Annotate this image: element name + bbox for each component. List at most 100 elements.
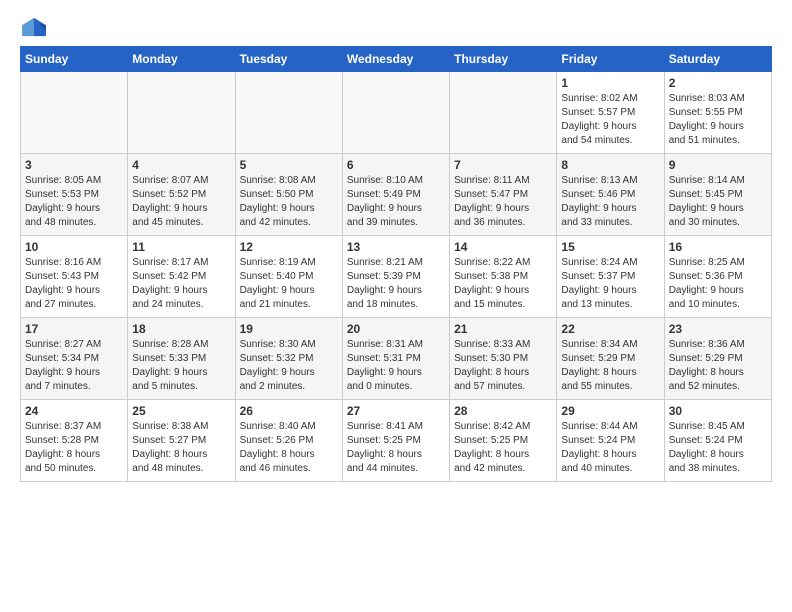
day-number: 16	[669, 240, 767, 254]
day-info: Sunrise: 8:08 AM Sunset: 5:50 PM Dayligh…	[240, 174, 338, 230]
day-number: 1	[561, 76, 659, 90]
logo-icon	[20, 16, 48, 38]
calendar-day-11: 11Sunrise: 8:17 AM Sunset: 5:42 PM Dayli…	[128, 236, 235, 318]
day-number: 5	[240, 158, 338, 172]
day-number: 10	[25, 240, 123, 254]
calendar-week-row: 1 Sunrise: 8:02 AM Sunset: 5:57 PM Daylig…	[21, 72, 772, 154]
day-info: Sunrise: 8:13 AM Sunset: 5:46 PM Dayligh…	[561, 174, 659, 230]
day-info: Sunrise: 8:44 AM Sunset: 5:24 PM Dayligh…	[561, 420, 659, 476]
day-info: Sunrise: 8:24 AM Sunset: 5:37 PM Dayligh…	[561, 256, 659, 312]
calendar-day-6: 6 Sunrise: 8:10 AM Sunset: 5:49 PM Daylig…	[342, 154, 449, 236]
calendar-empty-cell	[342, 72, 449, 154]
calendar-day-1: 1 Sunrise: 8:02 AM Sunset: 5:57 PM Daylig…	[557, 72, 664, 154]
day-info: Sunrise: 8:42 AM Sunset: 5:25 PM Dayligh…	[454, 420, 552, 476]
day-number: 19	[240, 322, 338, 336]
day-number: 11	[132, 240, 230, 254]
calendar-day-20: 20 Sunrise: 8:31 AM Sunset: 5:31 PM Dayli…	[342, 318, 449, 400]
calendar-day-4: 4 Sunrise: 8:07 AM Sunset: 5:52 PM Daylig…	[128, 154, 235, 236]
calendar-day-5: 5 Sunrise: 8:08 AM Sunset: 5:50 PM Daylig…	[235, 154, 342, 236]
weekday-header-row: SundayMondayTuesdayWednesdayThursdayFrid…	[21, 47, 772, 72]
calendar-day-25: 25 Sunrise: 8:38 AM Sunset: 5:27 PM Dayli…	[128, 400, 235, 482]
day-info: Sunrise: 8:45 AM Sunset: 5:24 PM Dayligh…	[669, 420, 767, 476]
calendar-day-19: 19 Sunrise: 8:30 AM Sunset: 5:32 PM Dayli…	[235, 318, 342, 400]
calendar-day-16: 16 Sunrise: 8:25 AM Sunset: 5:36 PM Dayli…	[664, 236, 771, 318]
day-info: Sunrise: 8:19 AM Sunset: 5:40 PM Dayligh…	[240, 256, 338, 312]
day-info: Sunrise: 8:16 AM Sunset: 5:43 PM Dayligh…	[25, 256, 123, 312]
day-info: Sunrise: 8:14 AM Sunset: 5:45 PM Dayligh…	[669, 174, 767, 230]
weekday-header-wednesday: Wednesday	[342, 47, 449, 72]
day-number: 8	[561, 158, 659, 172]
day-info: Sunrise: 8:21 AM Sunset: 5:39 PM Dayligh…	[347, 256, 445, 312]
calendar-day-21: 21 Sunrise: 8:33 AM Sunset: 5:30 PM Dayli…	[450, 318, 557, 400]
day-info: Sunrise: 8:33 AM Sunset: 5:30 PM Dayligh…	[454, 338, 552, 394]
calendar-week-row: 17Sunrise: 8:27 AM Sunset: 5:34 PM Dayli…	[21, 318, 772, 400]
calendar-day-27: 27 Sunrise: 8:41 AM Sunset: 5:25 PM Dayli…	[342, 400, 449, 482]
day-info: Sunrise: 8:25 AM Sunset: 5:36 PM Dayligh…	[669, 256, 767, 312]
logo	[20, 16, 52, 38]
day-number: 14	[454, 240, 552, 254]
day-number: 2	[669, 76, 767, 90]
day-number: 15	[561, 240, 659, 254]
day-info: Sunrise: 8:07 AM Sunset: 5:52 PM Dayligh…	[132, 174, 230, 230]
calendar-day-17: 17Sunrise: 8:27 AM Sunset: 5:34 PM Dayli…	[21, 318, 128, 400]
calendar-empty-cell	[450, 72, 557, 154]
day-number: 30	[669, 404, 767, 418]
calendar-empty-cell	[128, 72, 235, 154]
calendar-day-3: 3 Sunrise: 8:05 AM Sunset: 5:53 PM Daylig…	[21, 154, 128, 236]
day-number: 23	[669, 322, 767, 336]
calendar-day-9: 9 Sunrise: 8:14 AM Sunset: 5:45 PM Daylig…	[664, 154, 771, 236]
calendar-day-22: 22Sunrise: 8:34 AM Sunset: 5:29 PM Dayli…	[557, 318, 664, 400]
calendar-day-26: 26 Sunrise: 8:40 AM Sunset: 5:26 PM Dayli…	[235, 400, 342, 482]
weekday-header-sunday: Sunday	[21, 47, 128, 72]
day-info: Sunrise: 8:02 AM Sunset: 5:57 PM Dayligh…	[561, 92, 659, 148]
day-info: Sunrise: 8:22 AM Sunset: 5:38 PM Dayligh…	[454, 256, 552, 312]
calendar-empty-cell	[235, 72, 342, 154]
calendar-day-30: 30 Sunrise: 8:45 AM Sunset: 5:24 PM Dayli…	[664, 400, 771, 482]
weekday-header-tuesday: Tuesday	[235, 47, 342, 72]
calendar-day-18: 18Sunrise: 8:28 AM Sunset: 5:33 PM Dayli…	[128, 318, 235, 400]
day-number: 21	[454, 322, 552, 336]
day-number: 9	[669, 158, 767, 172]
calendar-week-row: 10 Sunrise: 8:16 AM Sunset: 5:43 PM Dayli…	[21, 236, 772, 318]
day-info: Sunrise: 8:37 AM Sunset: 5:28 PM Dayligh…	[25, 420, 123, 476]
day-number: 20	[347, 322, 445, 336]
day-number: 4	[132, 158, 230, 172]
day-number: 18	[132, 322, 230, 336]
calendar-day-23: 23 Sunrise: 8:36 AM Sunset: 5:29 PM Dayli…	[664, 318, 771, 400]
calendar-week-row: 3 Sunrise: 8:05 AM Sunset: 5:53 PM Daylig…	[21, 154, 772, 236]
calendar-day-12: 12Sunrise: 8:19 AM Sunset: 5:40 PM Dayli…	[235, 236, 342, 318]
day-info: Sunrise: 8:31 AM Sunset: 5:31 PM Dayligh…	[347, 338, 445, 394]
day-number: 26	[240, 404, 338, 418]
calendar-day-14: 14 Sunrise: 8:22 AM Sunset: 5:38 PM Dayli…	[450, 236, 557, 318]
day-info: Sunrise: 8:30 AM Sunset: 5:32 PM Dayligh…	[240, 338, 338, 394]
day-number: 24	[25, 404, 123, 418]
weekday-header-saturday: Saturday	[664, 47, 771, 72]
day-info: Sunrise: 8:03 AM Sunset: 5:55 PM Dayligh…	[669, 92, 767, 148]
day-number: 29	[561, 404, 659, 418]
calendar-day-24: 24 Sunrise: 8:37 AM Sunset: 5:28 PM Dayli…	[21, 400, 128, 482]
calendar-day-29: 29 Sunrise: 8:44 AM Sunset: 5:24 PM Dayli…	[557, 400, 664, 482]
day-info: Sunrise: 8:10 AM Sunset: 5:49 PM Dayligh…	[347, 174, 445, 230]
weekday-header-thursday: Thursday	[450, 47, 557, 72]
calendar-empty-cell	[21, 72, 128, 154]
day-info: Sunrise: 8:36 AM Sunset: 5:29 PM Dayligh…	[669, 338, 767, 394]
day-info: Sunrise: 8:05 AM Sunset: 5:53 PM Dayligh…	[25, 174, 123, 230]
calendar-day-15: 15 Sunrise: 8:24 AM Sunset: 5:37 PM Dayli…	[557, 236, 664, 318]
day-number: 13	[347, 240, 445, 254]
day-info: Sunrise: 8:11 AM Sunset: 5:47 PM Dayligh…	[454, 174, 552, 230]
day-number: 6	[347, 158, 445, 172]
calendar-day-10: 10 Sunrise: 8:16 AM Sunset: 5:43 PM Dayli…	[21, 236, 128, 318]
day-info: Sunrise: 8:41 AM Sunset: 5:25 PM Dayligh…	[347, 420, 445, 476]
day-number: 3	[25, 158, 123, 172]
day-info: Sunrise: 8:40 AM Sunset: 5:26 PM Dayligh…	[240, 420, 338, 476]
header	[20, 16, 772, 38]
day-info: Sunrise: 8:38 AM Sunset: 5:27 PM Dayligh…	[132, 420, 230, 476]
day-number: 27	[347, 404, 445, 418]
day-info: Sunrise: 8:27 AM Sunset: 5:34 PM Dayligh…	[25, 338, 123, 394]
weekday-header-monday: Monday	[128, 47, 235, 72]
calendar-day-7: 7Sunrise: 8:11 AM Sunset: 5:47 PM Daylig…	[450, 154, 557, 236]
day-number: 28	[454, 404, 552, 418]
calendar-day-2: 2 Sunrise: 8:03 AM Sunset: 5:55 PM Daylig…	[664, 72, 771, 154]
calendar-table: SundayMondayTuesdayWednesdayThursdayFrid…	[20, 46, 772, 482]
day-number: 25	[132, 404, 230, 418]
